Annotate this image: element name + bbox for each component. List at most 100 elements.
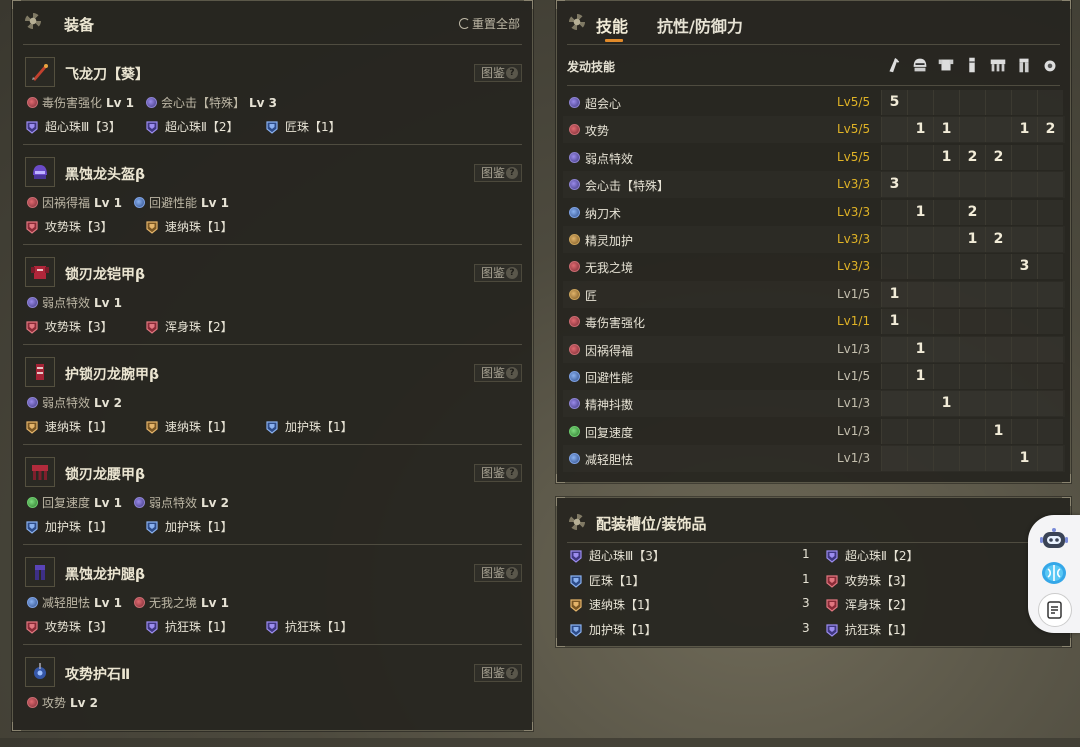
decoration-slot[interactable]: 速纳珠【1】 [145, 218, 265, 235]
decoration-name: 速纳珠【1】 [45, 420, 113, 434]
decoration-entry[interactable]: 浑身珠【2】 [825, 596, 913, 613]
decoration-slot[interactable]: 攻势珠【3】 [25, 618, 145, 635]
decoration-entry[interactable]: 匠珠【1】 [569, 572, 645, 589]
robot-icon[interactable] [1038, 523, 1070, 555]
reset-all-button[interactable]: 重置全部 [458, 15, 520, 32]
skill-source-cell [985, 117, 1011, 143]
skill-row[interactable]: 无我之境 Lv3/3 3 [563, 253, 1065, 280]
equipment-item[interactable]: 黑蚀龙头盔β 图鉴? 因祸得福 Lv 1 回避性能 Lv 1 攻势珠【3】 速纳珠【1】 [23, 147, 523, 247]
skill-name: 纳刀术 [585, 206, 622, 221]
brain-icon[interactable] [1038, 557, 1070, 589]
decoration-slot[interactable]: 速纳珠【1】 [25, 418, 145, 435]
decoration-name: 超心珠Ⅲ【3】 [45, 120, 121, 134]
divider [23, 44, 522, 45]
equipment-item[interactable]: 锁刃龙铠甲β 图鉴? 弱点特效 Lv 1 攻势珠【3】 浑身珠【2】 [23, 247, 523, 347]
skill-row[interactable]: 回避性能 Lv1/5 1 [563, 363, 1065, 390]
skill-dot-icon [569, 179, 580, 191]
arms-icon [25, 357, 55, 387]
decoration-entry[interactable]: 攻势珠【3】 [825, 572, 913, 589]
skill-source-cell [1011, 309, 1037, 335]
decoration-count: 1 [802, 571, 810, 586]
decoration-slot[interactable]: 抗狂珠【1】 [265, 618, 385, 635]
skill-dot-icon [27, 597, 38, 608]
decoration-slot[interactable]: 攻势珠【3】 [25, 318, 145, 335]
decoration-entry[interactable]: 超心珠Ⅲ【3】 [569, 547, 665, 564]
decoration-slot[interactable]: 加护珠【1】 [145, 518, 265, 535]
skill-row[interactable]: 毒伤害强化 Lv1/1 1 [563, 308, 1065, 335]
tujian-label: 图鉴 [481, 566, 506, 580]
skill-row[interactable]: 因祸得福 Lv1/3 1 [563, 336, 1065, 363]
jewel-icon [25, 320, 45, 334]
skill-row[interactable]: 弱点特效 Lv5/5 1 2 2 [563, 144, 1065, 171]
skill-dot-icon [569, 425, 580, 437]
decoration-entry[interactable]: 加护珠【1】 [569, 621, 657, 638]
skill-name: 攻势 [42, 696, 67, 710]
skill-row[interactable]: 精神抖擞 Lv1/3 1 [563, 390, 1065, 417]
skill-dot-icon [569, 206, 580, 218]
jewel-icon [265, 620, 285, 634]
skill-row[interactable]: 纳刀术 Lv3/3 1 2 [563, 199, 1065, 226]
decoration-slot[interactable]: 匠珠【1】 [265, 118, 385, 135]
decoration-slot[interactable]: 浑身珠【2】 [145, 318, 265, 335]
skill-level: Lv 1 [94, 296, 123, 310]
skill-name: 攻势 [585, 124, 610, 139]
tab-skills[interactable]: 技能 [596, 13, 628, 37]
equipment-item[interactable]: 攻势护石Ⅱ 图鉴? 攻势 Lv 2 [23, 647, 523, 747]
decoration-entry[interactable]: 抗狂珠【1】 [825, 621, 913, 638]
decoration-name: 抗狂珠【1】 [165, 620, 233, 634]
tujian-button[interactable]: 图鉴? [474, 264, 522, 282]
skill-row[interactable]: 减轻胆怯 Lv1/3 1 [563, 445, 1065, 472]
tujian-button[interactable]: 图鉴? [474, 64, 522, 82]
skill-source-cell [1011, 199, 1037, 225]
notes-icon[interactable] [1038, 593, 1072, 627]
equipment-item[interactable]: 飞龙刀【葵】 图鉴? 毒伤害强化 Lv 1 会心击【特殊】 Lv 3 超心珠Ⅲ【3】 超心珠Ⅱ… [23, 47, 523, 147]
skill-dot-icon [569, 343, 580, 355]
reset-label: 重置全部 [471, 17, 520, 31]
tujian-button[interactable]: 图鉴? [474, 664, 522, 682]
skill-row[interactable]: 回复速度 Lv1/3 1 [563, 418, 1065, 445]
skill-level: Lv1/5 [837, 286, 871, 301]
tujian-button[interactable]: 图鉴? [474, 464, 522, 482]
equipment-panel: 装备 重置全部 飞龙刀【葵】 图鉴? 毒伤害强化 Lv 1 会心击【特殊】 Lv 3 超心珠… [12, 0, 533, 731]
equipment-title: 装备 [64, 16, 95, 34]
equipment-skills: 因祸得福 Lv 1 回避性能 Lv 1 [27, 194, 241, 211]
decoration-slot[interactable]: 攻势珠【3】 [25, 218, 145, 235]
decoration-slot[interactable]: 速纳珠【1】 [145, 418, 265, 435]
decoration-slot[interactable]: 加护珠【1】 [25, 518, 145, 535]
jewel-icon [25, 620, 45, 634]
skill-dot-icon [569, 151, 580, 163]
equipment-item[interactable]: 护锁刃龙腕甲β 图鉴? 弱点特效 Lv 2 速纳珠【1】 速纳珠【1】 加护珠【1】 [23, 347, 523, 447]
equipment-item[interactable]: 黑蚀龙护腿β 图鉴? 减轻胆怯 Lv 1 无我之境 Lv 1 攻势珠【3】 抗狂珠【1】 抗狂珠… [23, 547, 523, 647]
equipment-decorations: 攻势珠【3】 浑身珠【2】 [25, 318, 265, 335]
skill-source-cell [1037, 172, 1063, 198]
equipment-name: 飞龙刀【葵】 [65, 67, 149, 83]
tujian-button[interactable]: 图鉴? [474, 564, 522, 582]
decoration-name: 攻势珠【3】 [45, 220, 113, 234]
skill-row[interactable]: 匠 Lv1/5 1 [563, 281, 1065, 308]
decoration-slot[interactable]: 超心珠Ⅱ【2】 [145, 118, 265, 135]
decoration-name: 超心珠Ⅱ【2】 [165, 120, 239, 134]
skill-row[interactable]: 攻势 Lv5/5 1 1 1 2 [563, 116, 1065, 143]
tujian-button[interactable]: 图鉴? [474, 364, 522, 382]
skill-source-cell [985, 281, 1011, 307]
skill-source-cell [881, 144, 907, 170]
jewel-icon [569, 574, 589, 588]
equipment-item[interactable]: 锁刃龙腰甲β 图鉴? 回复速度 Lv 1 弱点特效 Lv 2 加护珠【1】 加护珠【1】 [23, 447, 523, 547]
decoration-slot[interactable]: 加护珠【1】 [265, 418, 385, 435]
equipment-name: 锁刃龙腰甲β [65, 467, 146, 483]
decoration-slot[interactable]: 超心珠Ⅲ【3】 [25, 118, 145, 135]
skill-source-cell: 1 [985, 418, 1011, 444]
tujian-label: 图鉴 [481, 66, 506, 80]
tujian-button[interactable]: 图鉴? [474, 164, 522, 182]
skill-row[interactable]: 会心击【特殊】 Lv3/3 3 [563, 171, 1065, 198]
skill-row[interactable]: 精灵加护 Lv3/3 1 2 [563, 226, 1065, 253]
tab-resistance[interactable]: 抗性/防御力 [657, 13, 743, 37]
decoration-entry[interactable]: 速纳珠【1】 [569, 596, 657, 613]
equipment-skill: 弱点特效 Lv 2 [134, 494, 229, 511]
skill-source-cell [881, 254, 907, 280]
skill-dot-icon [27, 297, 38, 308]
skill-source-cell [959, 117, 985, 143]
skill-row[interactable]: 超会心 Lv5/5 5 [563, 89, 1065, 116]
decoration-slot[interactable]: 抗狂珠【1】 [145, 618, 265, 635]
decoration-entry[interactable]: 超心珠Ⅱ【2】 [825, 547, 919, 564]
